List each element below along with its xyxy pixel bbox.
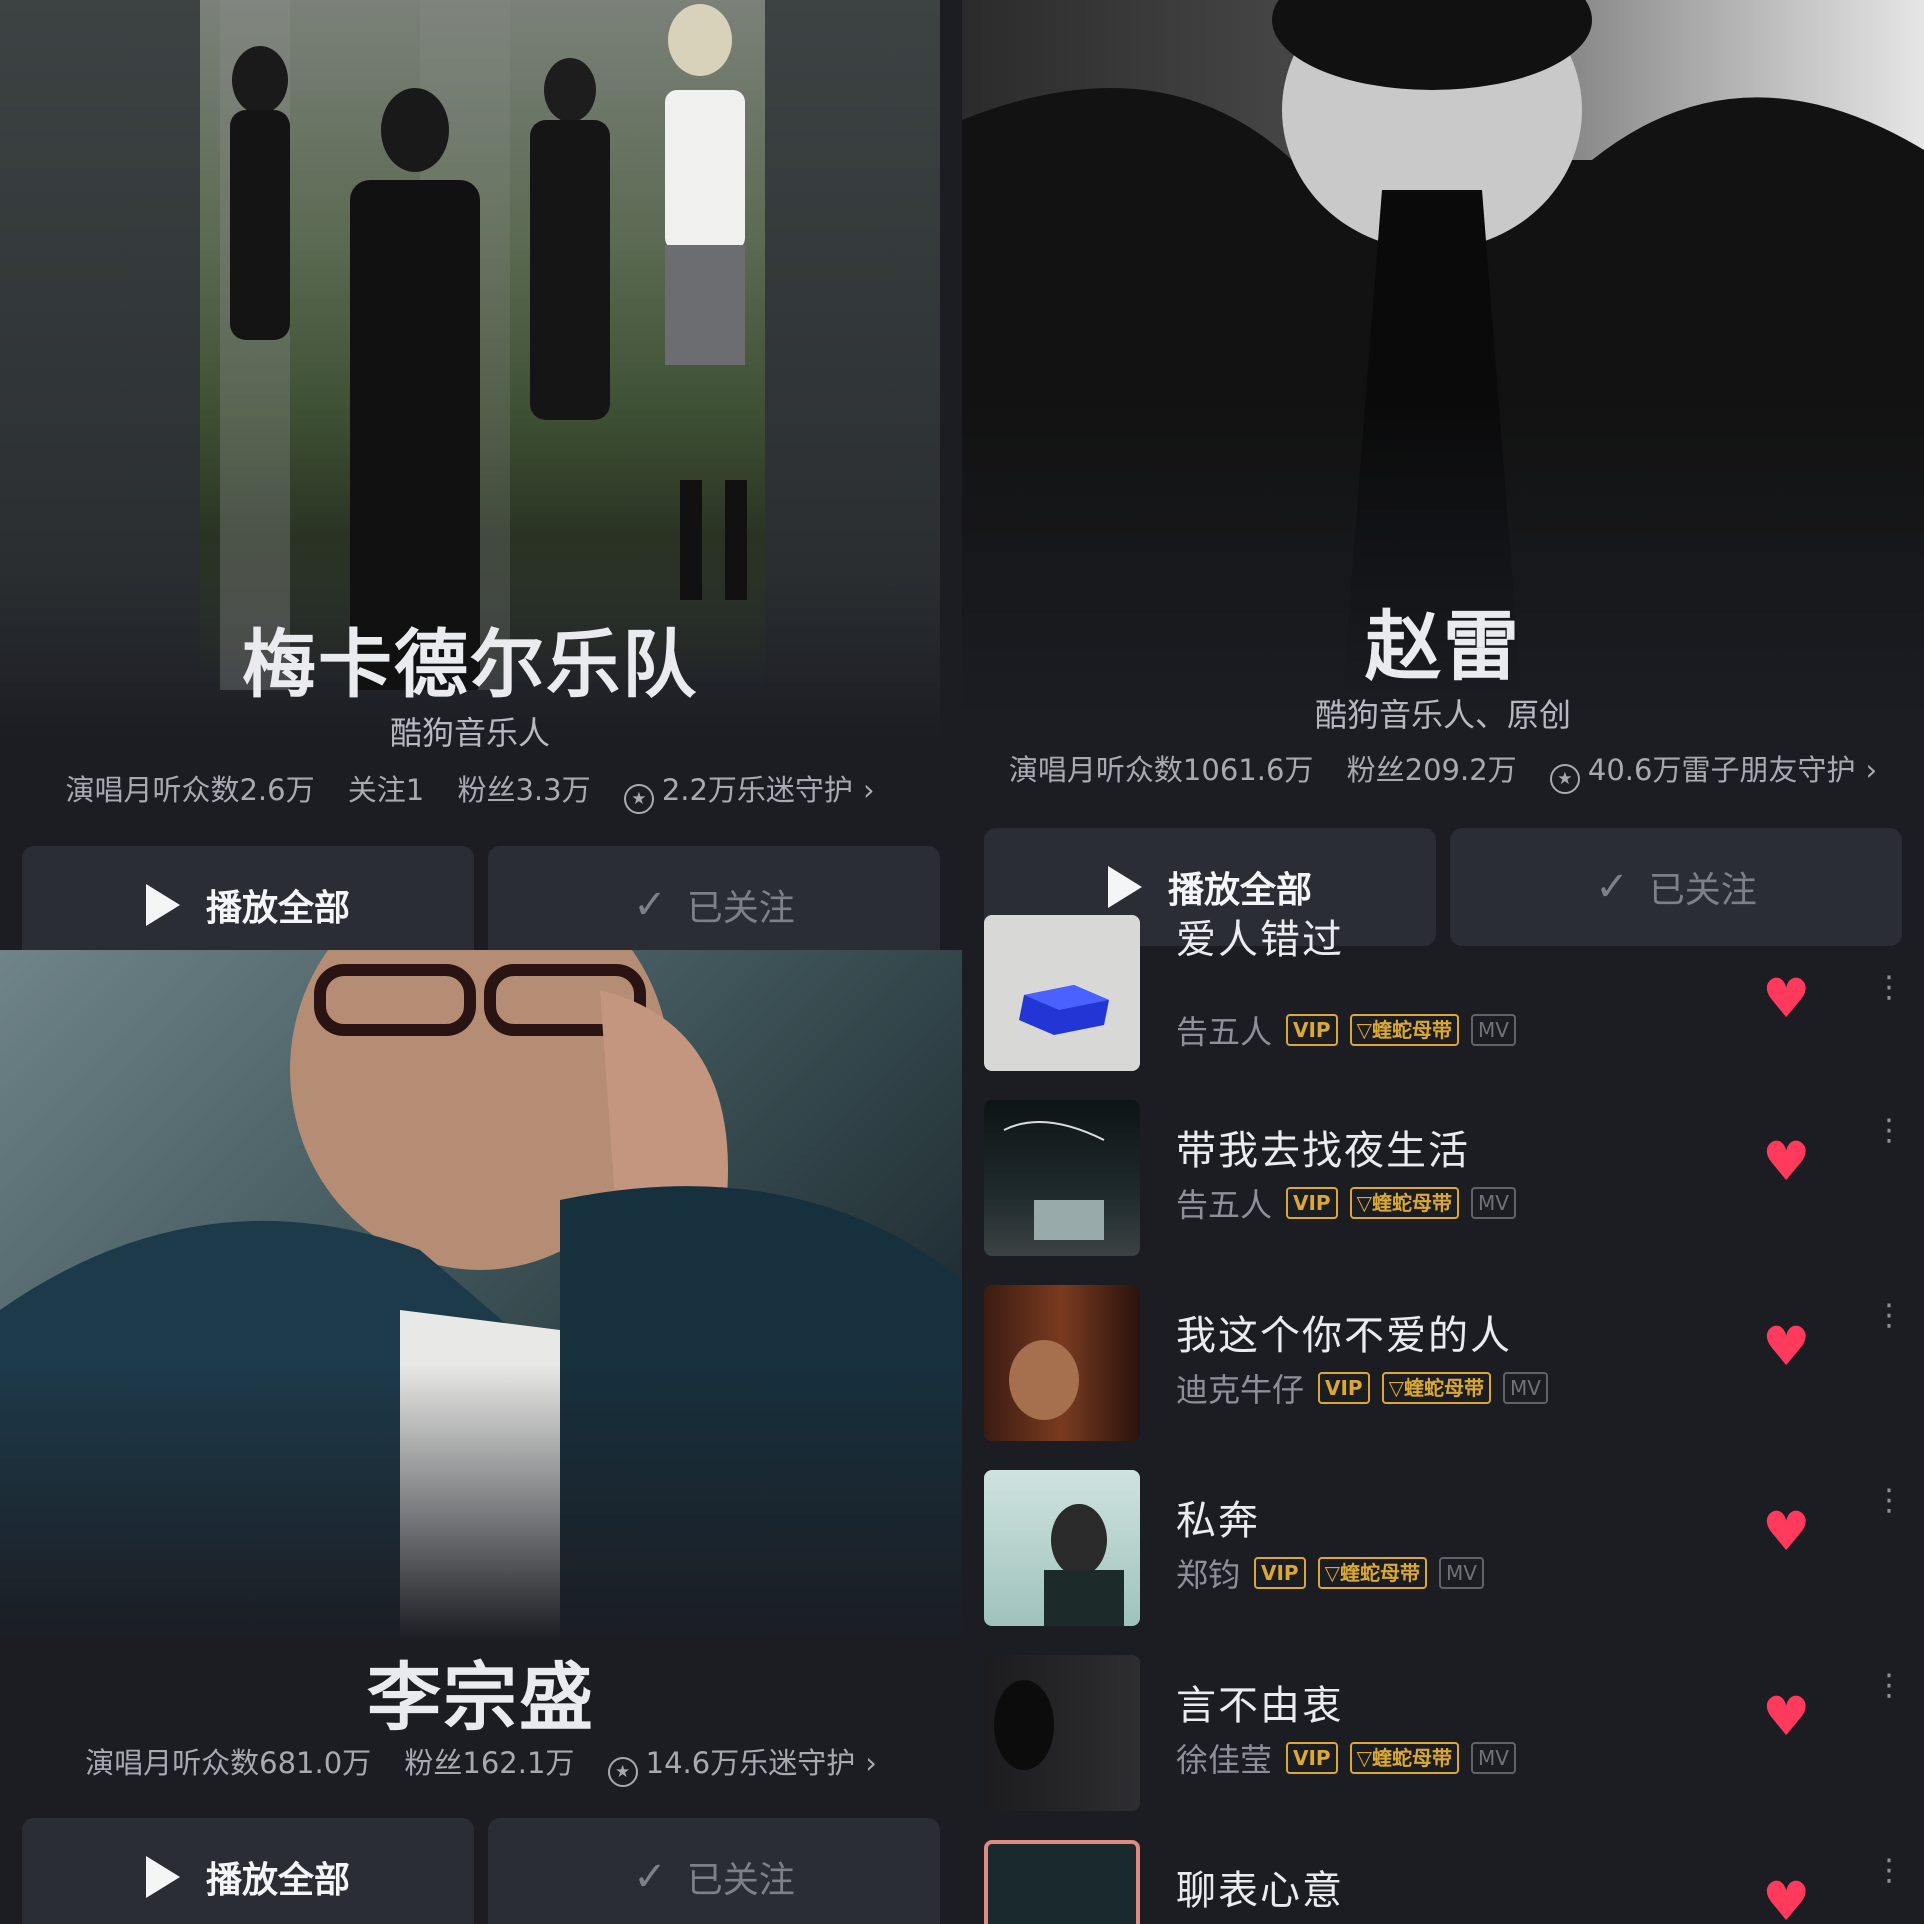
follow-button[interactable]: ✓ 已关注 bbox=[488, 846, 940, 950]
heart-icon[interactable]: ♥ bbox=[1762, 1130, 1810, 1193]
stat-following[interactable]: 关注1 bbox=[348, 773, 424, 807]
chevron-right-icon: › bbox=[862, 773, 875, 807]
chevron-right-icon: › bbox=[1865, 753, 1878, 787]
artist-stats: 演唱月听众数1061.6万 粉丝209.2万 ★ 40.6万雷子朋友守护 › bbox=[962, 747, 1924, 794]
artist-name: 梅卡德尔乐队 bbox=[242, 622, 698, 708]
artist-name: 赵雷 bbox=[1365, 602, 1521, 691]
song-meta: 徐佳莹 VIP ▽蝰蛇母带 MV bbox=[1176, 1735, 1528, 1781]
artist-stats: 演唱月听众数681.0万 粉丝162.1万 ★ 14.6万乐迷守护 › bbox=[0, 1740, 962, 1787]
heart-icon[interactable]: ♥ bbox=[1762, 1685, 1810, 1748]
play-all-button[interactable]: 播放全部 bbox=[22, 1818, 474, 1924]
check-icon: ✓ bbox=[1595, 864, 1629, 910]
song-meta: 告五人 VIP ▽蝰蛇母带 MV bbox=[1176, 1007, 1528, 1053]
song-row[interactable]: 言不由衷 徐佳莹 VIP ▽蝰蛇母带 MV ♥ ⋮ bbox=[984, 1655, 1914, 1815]
song-artist: 郑钧 bbox=[1176, 1556, 1241, 1594]
vip-badge: VIP bbox=[1286, 1014, 1338, 1046]
heart-icon[interactable]: ♥ bbox=[1762, 967, 1810, 1030]
mv-badge[interactable]: MV bbox=[1502, 1372, 1548, 1404]
chevron-right-icon: › bbox=[865, 1746, 877, 1780]
artist-name: 李宗盛 bbox=[367, 1655, 595, 1741]
band-photo bbox=[200, 0, 765, 700]
album-cover bbox=[984, 1470, 1140, 1626]
viper-master-badge: ▽蝰蛇母带 bbox=[1317, 1557, 1427, 1589]
song-title: 我这个你不爱的人 bbox=[1176, 1313, 1512, 1359]
mv-badge[interactable]: MV bbox=[1438, 1557, 1484, 1589]
viper-master-badge: ▽蝰蛇母带 bbox=[1349, 1187, 1459, 1219]
stat-fans[interactable]: 粉丝3.3万 bbox=[457, 773, 590, 807]
song-artist: 徐佳莹 bbox=[1176, 1741, 1273, 1779]
stat-guard[interactable]: ★ 40.6万雷子朋友守护 › bbox=[1549, 753, 1878, 794]
guard-star-icon: ★ bbox=[607, 1757, 638, 1787]
song-row[interactable]: 聊表心意 ♥ ⋮ bbox=[984, 1840, 1914, 1924]
song-row[interactable]: 私奔 郑钧 VIP ▽蝰蛇母带 MV ♥ ⋮ bbox=[984, 1470, 1914, 1630]
stat-guard[interactable]: ★ 2.2万乐迷守护 › bbox=[623, 773, 875, 814]
viper-master-badge: ▽蝰蛇母带 bbox=[1349, 1014, 1459, 1046]
heart-icon[interactable]: ♥ bbox=[1762, 1315, 1810, 1378]
song-title: 私奔 bbox=[1176, 1498, 1260, 1544]
artist-stats: 演唱月听众数2.6万 关注1 粉丝3.3万 ★ 2.2万乐迷守护 › bbox=[0, 767, 940, 814]
artist-panel-zhaolei: 赵雷 酷狗音乐人、原创 演唱月听众数1061.6万 粉丝209.2万 ★ 40.6… bbox=[962, 0, 1924, 950]
song-meta: 郑钧 VIP ▽蝰蛇母带 MV bbox=[1176, 1550, 1496, 1596]
vip-badge: VIP bbox=[1254, 1557, 1306, 1589]
song-row[interactable]: 我这个你不爱的人 迪克牛仔 VIP ▽蝰蛇母带 MV ♥ ⋮ bbox=[984, 1285, 1914, 1445]
guard-star-icon: ★ bbox=[1549, 764, 1580, 794]
vip-badge: VIP bbox=[1286, 1742, 1338, 1774]
song-title: 带我去找夜生活 bbox=[1176, 1128, 1470, 1174]
follow-button[interactable]: ✓ 已关注 bbox=[488, 1818, 940, 1924]
play-icon bbox=[145, 1856, 180, 1898]
album-cover bbox=[984, 1655, 1140, 1811]
check-icon: ✓ bbox=[633, 882, 667, 928]
artist-subtitle: 酷狗音乐人、原创 bbox=[1314, 696, 1571, 734]
more-vertical-icon[interactable]: ⋮ bbox=[1874, 1116, 1904, 1146]
heart-icon[interactable]: ♥ bbox=[1762, 1500, 1810, 1563]
vip-badge: VIP bbox=[1318, 1372, 1370, 1404]
heart-icon[interactable]: ♥ bbox=[1762, 1870, 1810, 1924]
album-cover bbox=[984, 915, 1140, 1071]
check-icon: ✓ bbox=[633, 1854, 667, 1900]
album-cover bbox=[984, 1840, 1140, 1924]
song-artist: 告五人 bbox=[1176, 1013, 1273, 1051]
play-icon bbox=[145, 884, 180, 926]
song-row[interactable]: 爱人错过 告五人 VIP ▽蝰蛇母带 MV ♥ ⋮ bbox=[984, 915, 1914, 1075]
play-icon bbox=[1107, 866, 1142, 908]
song-title: 言不由衷 bbox=[1176, 1683, 1344, 1729]
stat-fans[interactable]: 粉丝209.2万 bbox=[1347, 753, 1517, 787]
stat-listeners: 演唱月听众数1061.6万 bbox=[1008, 753, 1314, 787]
mv-badge[interactable]: MV bbox=[1470, 1187, 1516, 1219]
song-artist: 迪克牛仔 bbox=[1176, 1371, 1305, 1409]
guard-star-icon: ★ bbox=[623, 784, 654, 814]
band-members-silhouettes bbox=[220, 0, 747, 700]
song-meta: 迪克牛仔 VIP ▽蝰蛇母带 MV bbox=[1176, 1365, 1560, 1411]
song-title: 爱人错过 bbox=[1176, 917, 1344, 963]
more-vertical-icon[interactable]: ⋮ bbox=[1874, 1301, 1904, 1331]
album-cover bbox=[984, 1100, 1140, 1256]
play-all-button[interactable]: 播放全部 bbox=[22, 846, 474, 950]
stat-guard[interactable]: ★ 14.6万乐迷守护 › bbox=[607, 1746, 877, 1787]
artist-subtitle: 酷狗音乐人 bbox=[389, 714, 550, 752]
artist-panel-lizongsheng: 李宗盛 演唱月听众数681.0万 粉丝162.1万 ★ 14.6万乐迷守护 › 播放… bbox=[0, 950, 962, 1924]
artist-panel-meikader: 梅卡德尔乐队 酷狗音乐人 演唱月听众数2.6万 关注1 粉丝3.3万 ★ 2.2万… bbox=[0, 0, 940, 950]
stat-fans[interactable]: 粉丝162.1万 bbox=[404, 1746, 574, 1780]
song-meta: 告五人 VIP ▽蝰蛇母带 MV bbox=[1176, 1180, 1528, 1226]
song-title: 聊表心意 bbox=[1176, 1868, 1344, 1914]
vip-badge: VIP bbox=[1286, 1187, 1338, 1219]
viper-master-badge: ▽蝰蛇母带 bbox=[1381, 1372, 1491, 1404]
album-cover bbox=[984, 1285, 1140, 1441]
mv-badge[interactable]: MV bbox=[1470, 1742, 1516, 1774]
more-vertical-icon[interactable]: ⋮ bbox=[1874, 973, 1904, 1003]
more-vertical-icon[interactable]: ⋮ bbox=[1874, 1486, 1904, 1516]
stat-listeners: 演唱月听众数2.6万 bbox=[65, 773, 315, 807]
more-vertical-icon[interactable]: ⋮ bbox=[1874, 1856, 1904, 1886]
song-row[interactable]: 带我去找夜生活 告五人 VIP ▽蝰蛇母带 MV ♥ ⋮ bbox=[984, 1100, 1914, 1260]
more-vertical-icon[interactable]: ⋮ bbox=[1874, 1671, 1904, 1701]
mv-badge[interactable]: MV bbox=[1470, 1014, 1516, 1046]
song-artist: 告五人 bbox=[1176, 1186, 1273, 1224]
stat-listeners: 演唱月听众数681.0万 bbox=[85, 1746, 372, 1780]
portrait-silhouette bbox=[0, 950, 962, 1640]
viper-master-badge: ▽蝰蛇母带 bbox=[1349, 1742, 1459, 1774]
artist-photo bbox=[0, 950, 962, 1640]
